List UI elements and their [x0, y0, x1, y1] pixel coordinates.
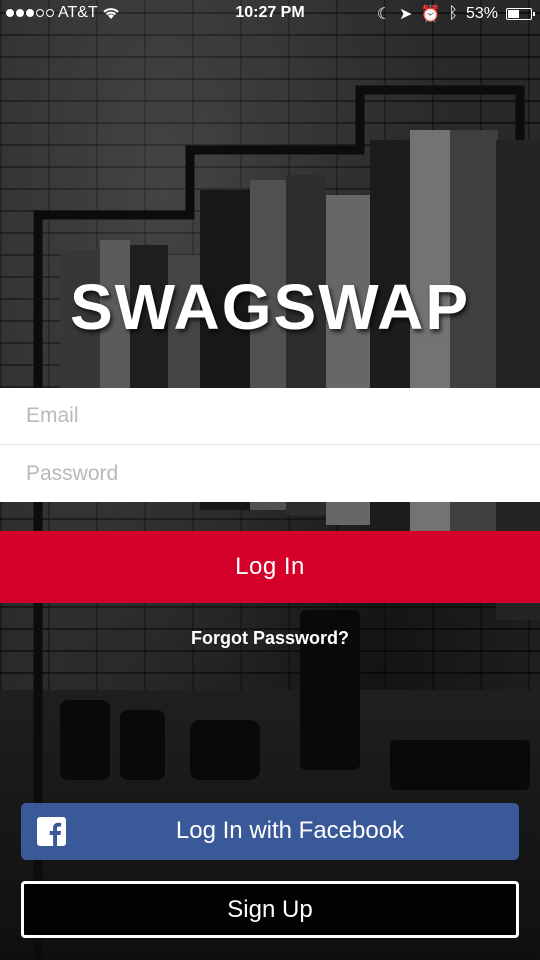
signup-button[interactable]: Sign Up [21, 881, 519, 938]
location-icon: ➤ [399, 6, 413, 23]
forgot-password-link[interactable]: Forgot Password? [0, 628, 540, 649]
status-bar: AT&T 10:27 PM ☾ ➤ ⏰ ᛒ 53% [0, 0, 540, 28]
email-field[interactable] [0, 388, 540, 445]
bluetooth-icon: ᛒ [448, 5, 458, 22]
alarm-icon: ⏰ [420, 6, 441, 23]
battery-icon [506, 8, 535, 20]
app-logo: SWAGSWAP [69, 271, 471, 343]
moon-icon: ☾ [376, 6, 392, 23]
facebook-login-label: Log In with Facebook [175, 817, 405, 844]
password-field[interactable] [0, 445, 540, 502]
battery-percent: 53% [465, 5, 498, 22]
facebook-login-button[interactable]: Log In with Facebook [21, 803, 519, 860]
login-button[interactable]: Log In [0, 531, 540, 603]
